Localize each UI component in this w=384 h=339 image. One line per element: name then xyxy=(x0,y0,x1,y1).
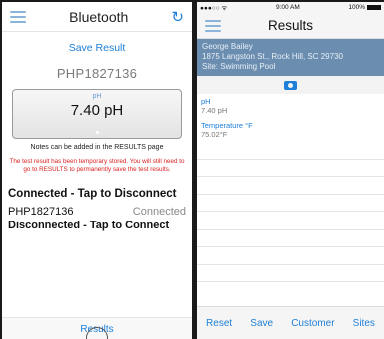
camera-bar xyxy=(197,76,384,94)
reset-button[interactable]: Reset xyxy=(206,318,232,329)
bluetooth-header: Bluetooth ↻ xyxy=(2,2,192,32)
battery-icon xyxy=(366,4,381,10)
bluetooth-screen: Bluetooth ↻ Save Result PHP1827136 pH 7.… xyxy=(2,2,192,339)
camera-icon[interactable] xyxy=(284,80,297,90)
results-header: Results xyxy=(197,13,384,39)
list-divider xyxy=(197,212,384,230)
save-result-button[interactable]: Save Result xyxy=(2,42,192,54)
list-divider xyxy=(197,142,384,160)
device-id: PHP1827136 xyxy=(56,66,138,81)
screenshot-stage: Bluetooth ↻ Save Result PHP1827136 pH 7.… xyxy=(0,0,384,339)
results-screen: ●●●○○ ᯤ 9:00 AM 100% Results George Bail… xyxy=(197,2,384,339)
list-divider xyxy=(197,195,384,212)
customer-address: 1875 Langston St., Rock Hill, SC 29730 xyxy=(202,52,343,61)
status-bar: ●●●○○ ᯤ 9:00 AM 100% xyxy=(197,2,384,13)
list-divider xyxy=(197,247,384,265)
result-label: pH xyxy=(201,97,211,106)
reading-value: 7.40 pH xyxy=(70,102,124,119)
list-divider xyxy=(197,265,384,282)
customer-name: George Bailey xyxy=(202,42,253,51)
disconnected-action[interactable]: Disconnected - Tap to Connect xyxy=(2,221,192,232)
customer-button[interactable]: Customer xyxy=(291,318,334,329)
connected-action[interactable]: Connected - Tap to Disconnect xyxy=(2,188,192,200)
battery-label: 100% xyxy=(348,4,365,11)
site-info: George Bailey 1875 Langston St., Rock Hi… xyxy=(197,39,384,76)
sites-button[interactable]: Sites xyxy=(353,318,375,329)
empty-rows xyxy=(197,142,384,282)
result-item[interactable]: Temperature °F 75.02°F xyxy=(197,118,384,142)
list-divider xyxy=(197,230,384,247)
save-button[interactable]: Save xyxy=(250,318,273,329)
device-status: Connected xyxy=(132,206,186,218)
warning-message: The test result has been temporary store… xyxy=(9,158,185,173)
battery-indicator: 100% xyxy=(348,4,381,11)
signal-icon: ●●●○○ ᯤ xyxy=(200,5,228,12)
page-indicator-dot xyxy=(96,131,99,134)
result-value: 75.02°F xyxy=(201,130,228,139)
site-name: Site: Swimming Pool xyxy=(202,62,276,71)
list-divider xyxy=(197,177,384,195)
device-name: PHP1827136 xyxy=(8,206,74,218)
status-time: 9:00 AM xyxy=(275,4,300,11)
list-divider xyxy=(197,160,384,177)
menu-icon[interactable] xyxy=(10,10,26,23)
notes-hint: Notes can be added in the RESULTS page xyxy=(30,144,164,151)
results-toolbar: Reset Save Customer Sites xyxy=(197,306,384,339)
device-row[interactable]: PHP1827136 Connected xyxy=(2,206,192,218)
result-item[interactable]: pH 7.40 pH xyxy=(197,94,384,118)
page-title: Results xyxy=(267,18,313,33)
refresh-icon[interactable]: ↻ xyxy=(171,8,184,26)
reading-display: pH 7.40 pH xyxy=(12,89,182,139)
result-label: Temperature °F xyxy=(201,121,253,130)
result-value: 7.40 pH xyxy=(201,106,228,115)
page-title: Bluetooth xyxy=(69,8,129,25)
reading-label: pH xyxy=(92,93,102,100)
